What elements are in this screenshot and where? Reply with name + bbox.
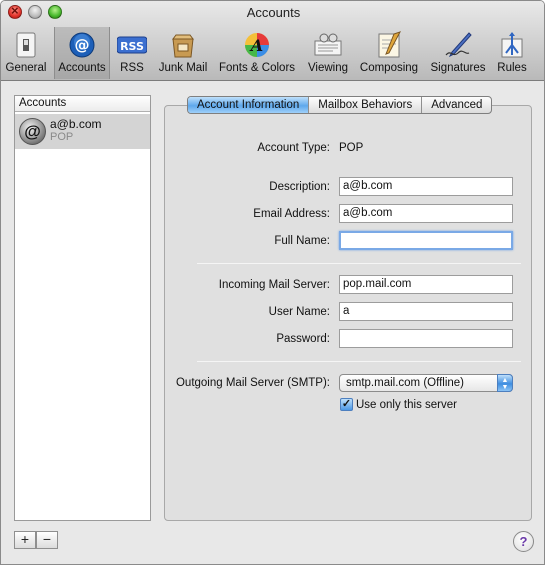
toolbar-rss[interactable]: RSS RSS	[113, 27, 151, 79]
at-sign-icon: @	[69, 32, 95, 58]
use-only-this-server-checkbox[interactable]: ✓	[340, 398, 353, 411]
password-label: Password:	[276, 333, 330, 345]
preferences-window: Accounts General @ Accounts RSS	[0, 0, 545, 565]
rss-icon: RSS	[117, 36, 147, 54]
toolbar-junk-mail-label: Junk Mail	[158, 62, 208, 74]
user-name-field[interactable]: a	[339, 302, 513, 321]
tab-mailbox-behaviors[interactable]: Mailbox Behaviors	[309, 97, 423, 113]
viewing-icon	[314, 33, 342, 56]
email-address-label: Email Address:	[253, 208, 330, 220]
remove-account-button[interactable]: −	[36, 531, 58, 549]
rules-icon	[501, 32, 523, 58]
svg-text:@: @	[75, 36, 90, 54]
toolbar-accounts[interactable]: @ Accounts	[54, 27, 110, 79]
tab-account-information[interactable]: Account Information	[188, 97, 310, 113]
toolbar-fonts-colors-label: Fonts & Colors	[218, 62, 296, 74]
toolbar-junk-mail[interactable]: Junk Mail	[154, 27, 212, 79]
help-button[interactable]: ?	[513, 531, 534, 552]
password-field[interactable]	[339, 329, 513, 348]
use-only-this-server-label: Use only this server	[356, 399, 457, 411]
toolbar-general[interactable]: General	[1, 27, 51, 79]
separator	[197, 263, 521, 264]
smtp-server-label: Outgoing Mail Server (SMTP):	[175, 377, 330, 389]
add-account-button[interactable]: +	[14, 531, 36, 549]
account-name: a@b.com	[50, 117, 102, 131]
svg-text:A: A	[249, 36, 263, 55]
window-title: Accounts	[246, 5, 301, 20]
toolbar-composing[interactable]: Composing	[356, 27, 422, 79]
incoming-mail-server-label: Incoming Mail Server:	[218, 279, 330, 291]
email-address-field[interactable]: a@b.com	[339, 204, 513, 223]
fonts-colors-icon: A	[245, 33, 269, 57]
toolbar-accounts-label: Accounts	[58, 62, 106, 74]
tab-advanced[interactable]: Advanced	[422, 97, 491, 113]
toolbar: Accounts General @ Accounts RSS	[1, 1, 544, 81]
general-switch-icon	[16, 32, 36, 58]
smtp-server-value: smtp.mail.com (Offline)	[346, 377, 465, 389]
accounts-list-header: Accounts	[15, 96, 150, 112]
user-name-label: User Name:	[268, 306, 330, 318]
toolbar-composing-label: Composing	[359, 62, 419, 74]
toolbar-rules[interactable]: Rules	[492, 27, 532, 79]
settings-tabs: Account Information Mailbox Behaviors Ad…	[187, 96, 493, 114]
composing-icon	[378, 31, 402, 58]
account-type-value: POP	[339, 142, 364, 154]
account-row[interactable]: @ a@b.com POP	[15, 114, 150, 149]
account-type-label: Account Type:	[257, 142, 330, 154]
toolbar-rss-label: RSS	[120, 62, 144, 74]
junk-mail-icon	[172, 34, 194, 58]
toolbar-signatures-label: Signatures	[430, 62, 486, 74]
toolbar-rules-label: Rules	[497, 62, 527, 74]
svg-text:RSS: RSS	[120, 40, 144, 53]
toolbar-fonts-colors[interactable]: A Fonts & Colors	[214, 27, 300, 79]
full-name-label: Full Name:	[274, 235, 330, 247]
accounts-list: Accounts @ a@b.com POP	[14, 95, 151, 521]
separator	[197, 361, 521, 362]
description-label: Description:	[269, 181, 330, 193]
toolbar-general-label: General	[5, 62, 47, 74]
signatures-icon	[445, 32, 472, 58]
account-at-icon: @	[19, 118, 46, 145]
toolbar-signatures[interactable]: Signatures	[425, 27, 491, 79]
full-name-field[interactable]	[339, 231, 513, 250]
popup-arrows-icon: ▲ ▼	[497, 374, 513, 392]
toolbar-viewing[interactable]: Viewing	[303, 27, 353, 79]
description-field[interactable]: a@b.com	[339, 177, 513, 196]
smtp-server-popup[interactable]: smtp.mail.com (Offline) ▲ ▼	[339, 374, 513, 392]
toolbar-viewing-label: Viewing	[307, 62, 349, 74]
account-type: POP	[50, 131, 74, 143]
incoming-mail-server-field[interactable]: pop.mail.com	[339, 275, 513, 294]
